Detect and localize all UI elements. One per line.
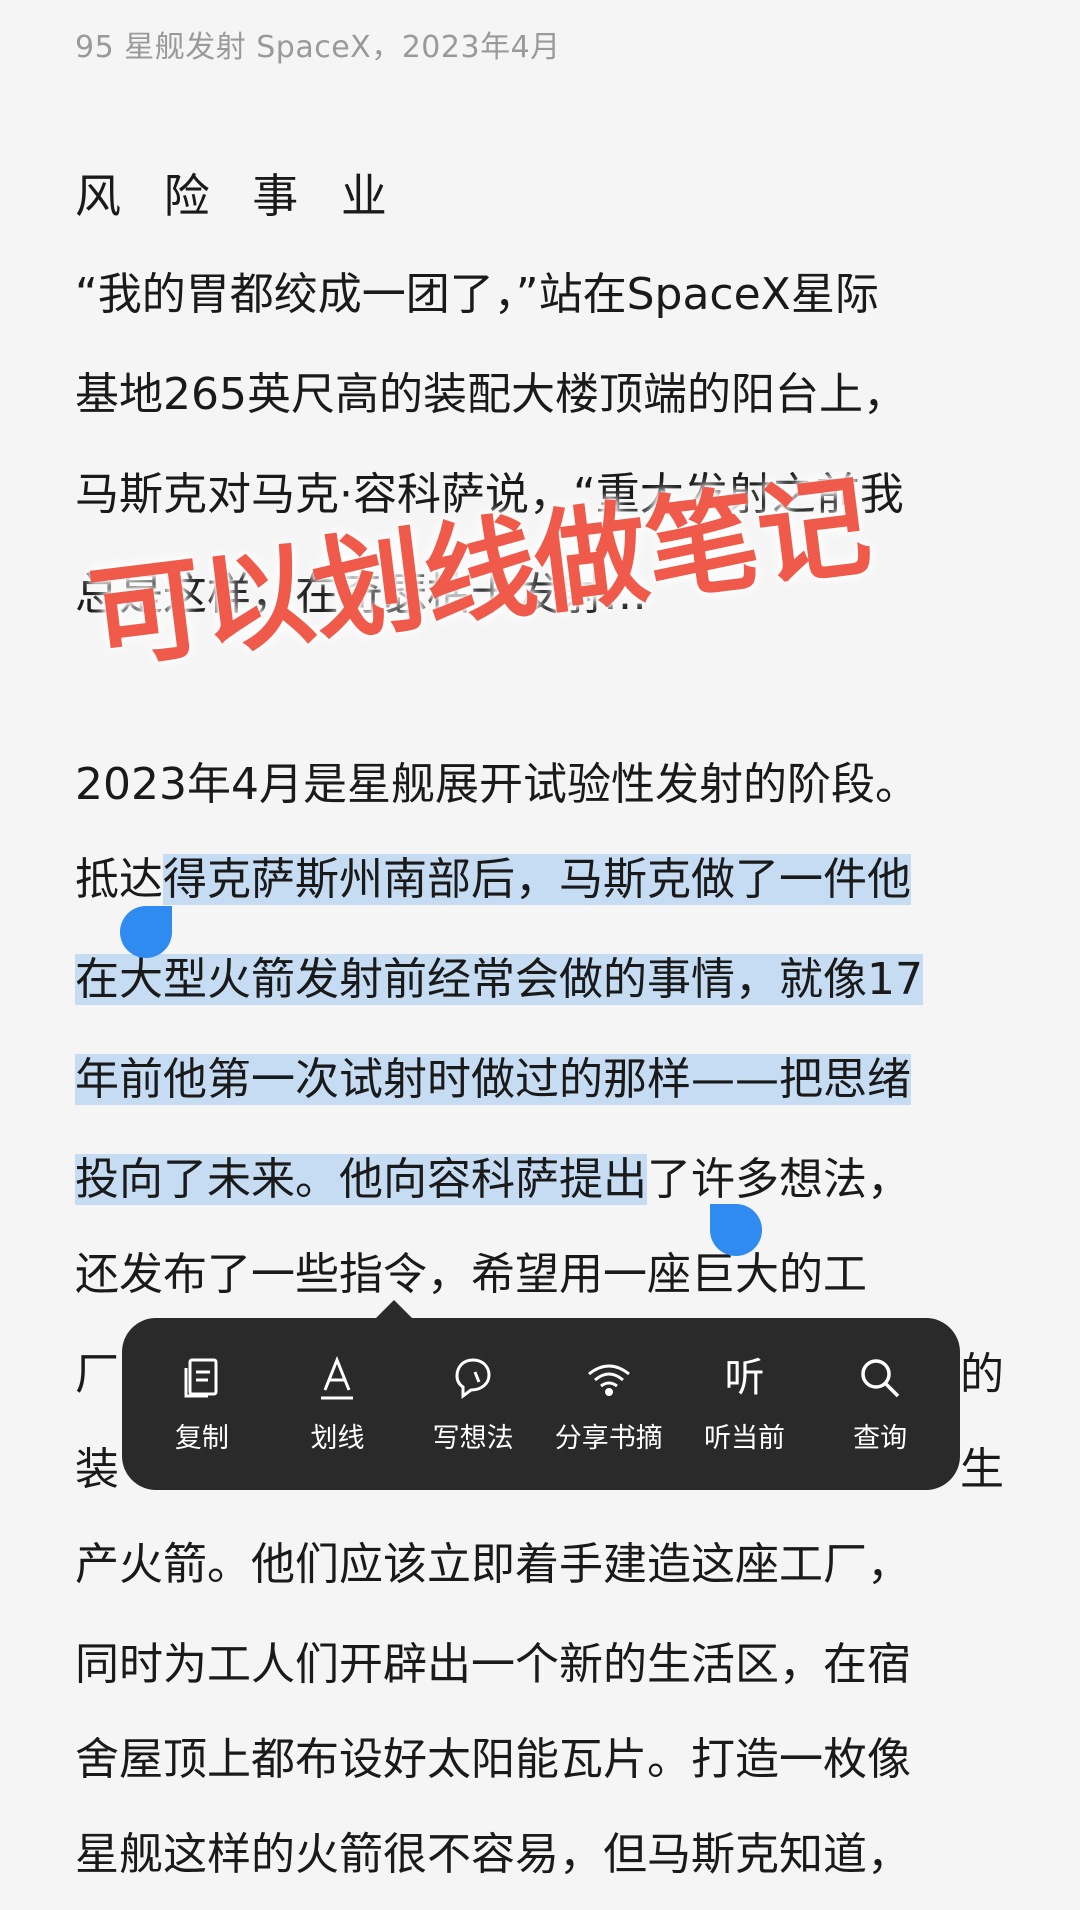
text-segment: 了许多想法， — [647, 1154, 911, 1205]
underline-button[interactable]: 划线 — [273, 1334, 401, 1474]
text-line[interactable]: 舍屋顶上都布设好太阳能瓦片。打造一枚像 — [75, 1730, 911, 1790]
menu-label: 分享书摘 — [554, 1422, 663, 1454]
text-line-selected[interactable]: 在大型火箭发射前经常会做的事情，就像17 — [75, 950, 923, 1010]
text-line-selected[interactable]: 年前他第一次试射时做过的那样——把思绪 — [75, 1050, 911, 1110]
text-line[interactable]: 产火箭。他们应该立即着手建造这座工厂， — [75, 1535, 911, 1595]
text-line-selected[interactable]: 抵达得克萨斯州南部后，马斯克做了一件他 — [75, 850, 911, 910]
chapter-header: 95 星舰发射 SpaceX，2023年4月 — [75, 30, 561, 65]
menu-label: 划线 — [310, 1422, 365, 1454]
selection-end-handle[interactable] — [710, 1204, 762, 1256]
text-line[interactable]: 同时为工人们开辟出一个新的生活区，在宿 — [75, 1635, 911, 1695]
text-line[interactable]: 2023年4月是星舰展开试验性发射的阶段。 — [75, 755, 919, 815]
copy-button[interactable]: 复制 — [138, 1334, 266, 1474]
copy-icon — [178, 1354, 226, 1402]
text-line-partial[interactable]: 厂 — [75, 1345, 119, 1405]
selected-text[interactable]: 投向了未来。他向容科萨提出 — [75, 1154, 647, 1205]
text-line-partial[interactable]: 装 — [75, 1440, 119, 1500]
section-title: 风 险 事 业 — [75, 169, 401, 223]
listen-icon: 听 — [724, 1354, 765, 1401]
menu-label: 听当前 — [703, 1422, 785, 1454]
menu-pointer — [374, 1300, 414, 1320]
selection-start-handle[interactable] — [120, 906, 172, 958]
text-line-partial[interactable]: 的 — [960, 1345, 1004, 1405]
selected-text[interactable]: 得克萨斯州南部后，马斯克做了一件他 — [163, 854, 911, 905]
text-segment: 抵达 — [75, 854, 163, 905]
share-icon — [585, 1354, 633, 1402]
text-line[interactable]: 还发布了一些指令，希望用一座巨大的工 — [75, 1245, 867, 1305]
lookup-button[interactable]: 查询 — [816, 1334, 944, 1474]
note-icon — [449, 1354, 497, 1402]
listen-button[interactable]: 听 听当前 — [680, 1334, 808, 1474]
menu-label: 写想法 — [432, 1422, 514, 1454]
text-line[interactable]: 基地265英尺高的装配大楼顶端的阳台上， — [75, 365, 907, 425]
underline-icon — [313, 1354, 361, 1402]
text-line[interactable]: 星舰这样的火箭很不容易，但马斯克知道， — [75, 1825, 911, 1885]
search-icon — [856, 1354, 904, 1402]
write-note-button[interactable]: 写想法 — [409, 1334, 537, 1474]
text-line[interactable]: “我的胃都绞成一团了，”站在SpaceX星际 — [75, 265, 879, 325]
text-line-selected[interactable]: 投向了未来。他向容科萨提出了许多想法， — [75, 1150, 911, 1210]
menu-label: 复制 — [174, 1422, 229, 1454]
selected-text[interactable]: 在大型火箭发射前经常会做的事情，就像17 — [75, 954, 923, 1005]
text-line-partial[interactable]: 生 — [960, 1440, 1004, 1500]
selection-context-menu: 复制 划线 写想法 分享书摘 听 听当前 查询 — [122, 1318, 960, 1490]
share-excerpt-button[interactable]: 分享书摘 — [545, 1334, 673, 1474]
menu-label: 查询 — [853, 1422, 908, 1454]
selected-text[interactable]: 年前他第一次试射时做过的那样——把思绪 — [75, 1054, 911, 1105]
